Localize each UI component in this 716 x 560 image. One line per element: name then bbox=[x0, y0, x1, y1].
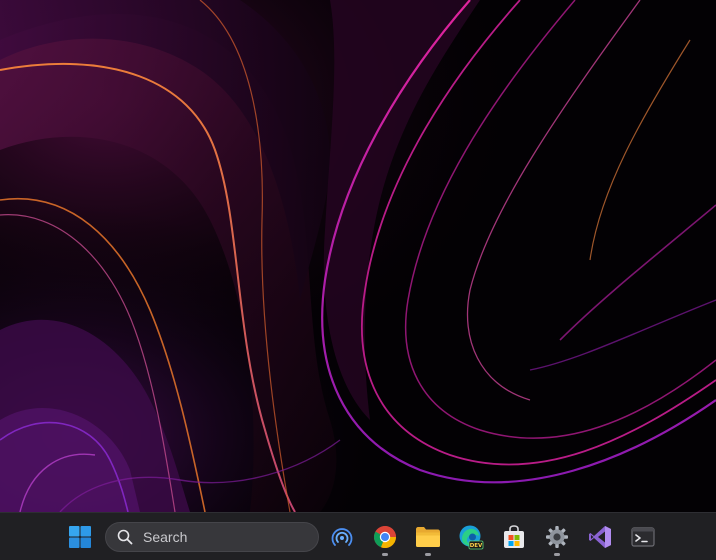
search-box[interactable]: Search bbox=[105, 522, 319, 552]
gear-icon bbox=[546, 526, 568, 548]
taskbar-item-file-explorer[interactable] bbox=[409, 517, 447, 557]
taskbar-item-visual-studio[interactable] bbox=[581, 517, 619, 557]
running-indicator bbox=[382, 553, 388, 556]
taskbar-item-remote[interactable] bbox=[323, 517, 361, 557]
taskbar: Search DEV bbox=[0, 512, 716, 560]
edge-dev-icon: DEV bbox=[459, 525, 484, 550]
visual-studio-icon bbox=[589, 526, 611, 548]
folder-icon bbox=[416, 527, 440, 547]
desktop-wallpaper bbox=[0, 0, 716, 512]
chrome-icon bbox=[373, 526, 397, 549]
taskbar-item-settings[interactable] bbox=[538, 517, 576, 557]
search-placeholder: Search bbox=[143, 529, 188, 545]
search-icon bbox=[116, 528, 134, 546]
taskbar-item-microsoft-store[interactable] bbox=[495, 517, 533, 557]
broadcast-icon bbox=[331, 528, 353, 546]
running-indicator bbox=[425, 553, 431, 556]
windows-logo-icon bbox=[69, 526, 91, 548]
svg-text:DEV: DEV bbox=[470, 543, 483, 549]
taskbar-item-chrome[interactable] bbox=[366, 517, 404, 557]
terminal-icon bbox=[631, 527, 655, 547]
taskbar-item-edge-dev[interactable]: DEV bbox=[452, 517, 490, 557]
store-icon bbox=[504, 525, 524, 548]
running-indicator bbox=[554, 553, 560, 556]
wallpaper-art bbox=[0, 0, 716, 512]
taskbar-item-terminal[interactable] bbox=[624, 517, 662, 557]
start-button[interactable] bbox=[61, 517, 99, 557]
